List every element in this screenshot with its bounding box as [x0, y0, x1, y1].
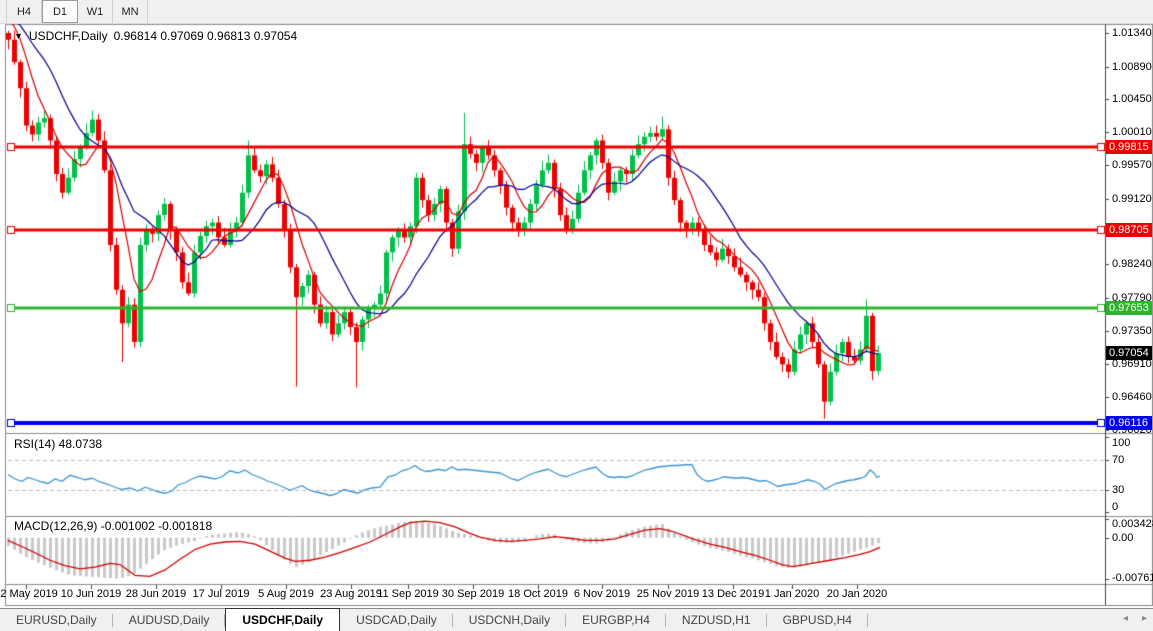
price-axis-tick-label: 0.99120: [1112, 193, 1152, 205]
macd-indicator-label: MACD(12,26,9) -0.001002 -0.001818: [14, 519, 212, 533]
price-axis-tick-label: 0.99570: [1112, 159, 1152, 171]
chevron-down-icon[interactable]: ▼: [14, 31, 23, 41]
price-axis-tick-label: 0.96460: [1112, 391, 1152, 403]
date-axis-label: 22 May 2019: [0, 588, 58, 600]
date-axis-label: 10 Jun 2019: [61, 588, 122, 600]
date-axis-label: 1 Jan 2020: [765, 588, 819, 600]
tab-eurusd-daily[interactable]: EURUSD,Daily: [0, 610, 113, 631]
date-axis-label: 6 Nov 2019: [574, 588, 630, 600]
price-axis-tick-label: 1.00890: [1112, 61, 1152, 73]
tab-scroll-left-icon[interactable]: ◂: [1123, 613, 1128, 624]
date-axis-label: 18 Oct 2019: [508, 588, 568, 600]
tab-usdchf-daily[interactable]: USDCHF,Daily: [225, 608, 340, 631]
symbol-label: USDCHF,Daily: [29, 29, 108, 43]
date-axis-label: 17 Jul 2019: [193, 588, 250, 600]
timeframe-button-mn[interactable]: MN: [113, 0, 148, 23]
rsi-axis-tick-label: 70: [1112, 454, 1124, 466]
macd-axis-tick-label: 0.003428: [1112, 518, 1153, 530]
current-price-tag: 0.97054: [1106, 346, 1152, 360]
mt4-chart-window: H4D1W1MN ▼ USDCHF,Daily 0.96814 0.97069 …: [0, 0, 1153, 630]
timeframe-button-d1[interactable]: D1: [42, 0, 78, 23]
timeframe-button-h4[interactable]: H4: [6, 0, 42, 23]
timeframe-toolbar: H4D1W1MN: [0, 0, 1153, 24]
date-axis-label: 5 Aug 2019: [258, 588, 314, 600]
price-axis-tick-label: 1.01340: [1112, 27, 1152, 39]
macd-axis-tick-label: 0.00: [1112, 532, 1133, 544]
rsi-indicator-label: RSI(14) 48.0738: [14, 437, 102, 451]
date-axis-label: 25 Nov 2019: [637, 588, 699, 600]
date-axis-label: 28 Jun 2019: [126, 588, 187, 600]
chart-canvas[interactable]: [0, 0, 1153, 630]
date-axis-label: 30 Sep 2019: [442, 588, 504, 600]
date-axis-label: 13 Dec 2019: [702, 588, 764, 600]
hline-price-tag: 0.98705: [1106, 223, 1152, 237]
tab-gbpusd-h4[interactable]: GBPUSD,H4: [767, 610, 868, 631]
symbol-tab-bar: EURUSD,DailyAUDUSD,DailyUSDCHF,DailyUSDC…: [0, 608, 1153, 631]
chart-title: ▼ USDCHF,Daily 0.96814 0.97069 0.96813 0…: [14, 29, 297, 43]
rsi-axis-tick-label: 30: [1112, 484, 1124, 496]
hline-price-tag: 0.96116: [1106, 416, 1152, 430]
hline-price-tag: 0.99815: [1106, 140, 1152, 154]
date-axis-label: 23 Aug 2019: [320, 588, 382, 600]
tab-scroll-controls: ◂ ▸: [1123, 613, 1147, 624]
timeframe-button-w1[interactable]: W1: [78, 0, 113, 23]
price-axis-tick-label: 0.98240: [1112, 258, 1152, 270]
tab-nzdusd-h1[interactable]: NZDUSD,H1: [666, 610, 767, 631]
rsi-axis-tick-label: 100: [1112, 437, 1130, 449]
tab-usdcad-daily[interactable]: USDCAD,Daily: [340, 610, 453, 631]
hline-price-tag: 0.97653: [1106, 301, 1152, 315]
tab-eurgbp-h4[interactable]: EURGBP,H4: [566, 610, 666, 631]
macd-axis-tick-label: -0.007615: [1112, 572, 1153, 584]
tab-usdcnh-daily[interactable]: USDCNH,Daily: [453, 610, 566, 631]
date-axis-label: 11 Sep 2019: [377, 588, 439, 600]
price-axis-tick-label: 1.00010: [1112, 126, 1152, 138]
rsi-axis-tick-label: 0: [1112, 501, 1118, 513]
tab-scroll-right-icon[interactable]: ▸: [1142, 613, 1147, 624]
ohlc-values: 0.96814 0.97069 0.96813 0.97054: [114, 29, 298, 43]
tab-audusd-daily[interactable]: AUDUSD,Daily: [113, 610, 226, 631]
price-axis-tick-label: 1.00450: [1112, 93, 1152, 105]
price-axis-tick-label: 0.97350: [1112, 325, 1152, 337]
date-axis-label: 20 Jan 2020: [827, 588, 888, 600]
